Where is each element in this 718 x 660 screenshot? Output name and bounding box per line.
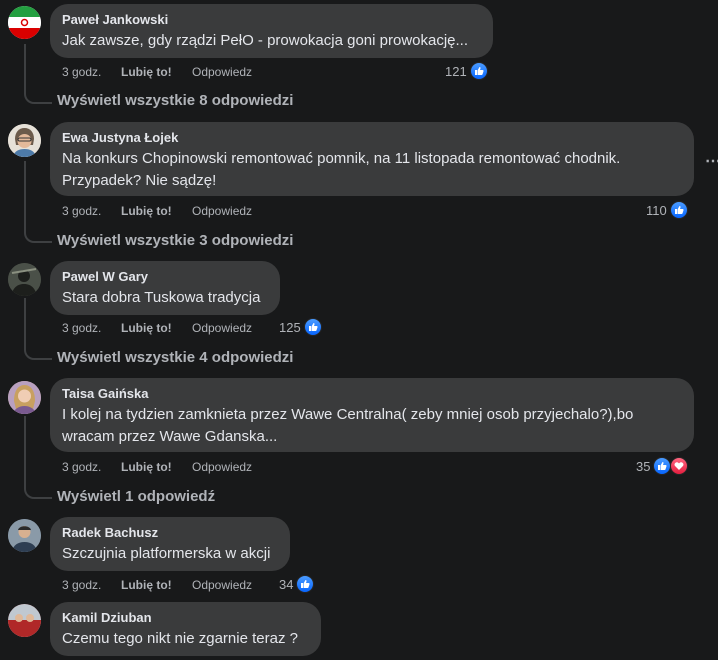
avatar[interactable] bbox=[8, 124, 41, 157]
comment-time[interactable]: 3 godz. bbox=[62, 460, 121, 474]
view-replies-link[interactable]: Wyświetl 1 odpowiedź bbox=[57, 488, 215, 506]
comment-text-line: wracam przez Wawe Gdanska... bbox=[62, 428, 278, 445]
comment-author[interactable]: Pawel W Gary bbox=[62, 269, 268, 285]
comment-text: Stara dobra Tuskowa tradycja bbox=[62, 289, 261, 306]
comment-actions: 3 godz. Lubię to! Odpowiedz bbox=[62, 203, 252, 219]
thread-line bbox=[24, 416, 26, 485]
comment-bubble: Pawel W Gary Stara dobra Tuskowa tradycj… bbox=[50, 261, 280, 315]
avatar[interactable] bbox=[8, 6, 41, 39]
thread-connector bbox=[24, 229, 52, 243]
like-button[interactable]: Lubię to! bbox=[121, 65, 192, 79]
comment-bubble: Ewa Justyna Łojek Na konkurs Chopinowski… bbox=[50, 122, 694, 196]
thread-line bbox=[24, 161, 26, 229]
thumbs-up-icon bbox=[653, 457, 672, 475]
comment-time[interactable]: 3 godz. bbox=[62, 65, 121, 79]
comment-text-line: Przypadek? Nie sądzę! bbox=[62, 172, 217, 189]
like-button[interactable]: Lubię to! bbox=[121, 578, 192, 592]
avatar[interactable] bbox=[8, 604, 41, 637]
comment-actions: 3 godz. Lubię to! Odpowiedz bbox=[62, 64, 252, 80]
comment-bubble: Radek Bachusz Szczujnia platformerska w … bbox=[50, 517, 290, 571]
comment-author[interactable]: Taisa Gaińska bbox=[62, 386, 682, 402]
comment-actions: 3 godz. Lubię to! Odpowiedz bbox=[62, 320, 252, 336]
thumbs-up-icon bbox=[669, 201, 688, 219]
comment-text: Szczujnia platformerska w akcji bbox=[62, 545, 271, 562]
reaction-number: 121 bbox=[445, 63, 467, 79]
comment-text-line: Na konkurs Chopinowski remontować pomnik… bbox=[62, 150, 621, 167]
comment-author[interactable]: Paweł Jankowski bbox=[62, 12, 481, 28]
comment-author[interactable]: Radek Bachusz bbox=[62, 525, 278, 541]
flag-avatar-icon bbox=[8, 6, 41, 39]
thumbs-up-icon bbox=[296, 575, 315, 593]
avatar[interactable] bbox=[8, 263, 41, 296]
comment-bubble: Paweł Jankowski Jak zawsze, gdy rządzi P… bbox=[50, 4, 493, 58]
comment-text: Czemu tego nikt nie zgarnie teraz ? bbox=[62, 630, 298, 647]
reaction-number: 125 bbox=[279, 319, 301, 335]
comment-actions: 3 godz. Lubię to! Odpowiedz bbox=[62, 459, 252, 475]
view-replies-link[interactable]: Wyświetl wszystkie 4 odpowiedzi bbox=[57, 349, 293, 367]
profile-photo-icon bbox=[8, 124, 41, 157]
comment-time[interactable]: 3 godz. bbox=[62, 321, 121, 335]
profile-photo-icon bbox=[8, 604, 41, 637]
reaction-number: 35 bbox=[636, 458, 651, 474]
thread-line bbox=[24, 44, 26, 90]
thread-connector bbox=[24, 90, 52, 104]
reaction-count[interactable]: 35 bbox=[636, 457, 689, 475]
reply-button[interactable]: Odpowiedz bbox=[192, 578, 252, 592]
view-replies-link[interactable]: Wyświetl wszystkie 3 odpowiedzi bbox=[57, 232, 293, 250]
more-options-icon[interactable]: ⋯ bbox=[705, 151, 718, 171]
reply-button[interactable]: Odpowiedz bbox=[192, 321, 252, 335]
reaction-count[interactable]: 34 bbox=[279, 575, 315, 593]
thread-line bbox=[24, 298, 26, 346]
reaction-count[interactable]: 121 bbox=[445, 62, 488, 80]
avatar[interactable] bbox=[8, 519, 41, 552]
reply-button[interactable]: Odpowiedz bbox=[192, 460, 252, 474]
reply-button[interactable]: Odpowiedz bbox=[192, 65, 252, 79]
comment-time[interactable]: 3 godz. bbox=[62, 578, 121, 592]
reply-button[interactable]: Odpowiedz bbox=[192, 204, 252, 218]
reaction-number: 110 bbox=[646, 202, 667, 218]
comment-text: Jak zawsze, gdy rządzi PełO - prowokacja… bbox=[62, 32, 469, 49]
profile-photo-icon bbox=[8, 381, 41, 414]
comment-author[interactable]: Ewa Justyna Łojek bbox=[62, 130, 682, 146]
thread-connector bbox=[24, 485, 52, 499]
comment-text-line: I kolej na tydzien zamknieta przez Wawe … bbox=[62, 406, 634, 423]
reaction-count[interactable]: 110 bbox=[646, 201, 688, 219]
like-button[interactable]: Lubię to! bbox=[121, 460, 192, 474]
like-button[interactable]: Lubię to! bbox=[121, 204, 192, 218]
view-replies-link[interactable]: Wyświetl wszystkie 8 odpowiedzi bbox=[57, 92, 293, 110]
profile-photo-icon bbox=[8, 263, 41, 296]
reaction-number: 34 bbox=[279, 576, 294, 592]
comment-time[interactable]: 3 godz. bbox=[62, 204, 121, 218]
profile-photo-icon bbox=[8, 519, 41, 552]
avatar[interactable] bbox=[8, 381, 41, 414]
comment-bubble: Kamil Dziuban Czemu tego nikt nie zgarni… bbox=[50, 602, 321, 656]
comment-author[interactable]: Kamil Dziuban bbox=[62, 610, 309, 626]
thumbs-up-icon bbox=[303, 318, 322, 336]
like-button[interactable]: Lubię to! bbox=[121, 321, 192, 335]
comment-actions: 3 godz. Lubię to! Odpowiedz bbox=[62, 577, 252, 593]
thumbs-up-icon bbox=[469, 62, 488, 80]
comment-bubble: Taisa Gaińska I kolej na tydzien zamknie… bbox=[50, 378, 694, 452]
reaction-count[interactable]: 125 bbox=[279, 318, 322, 336]
heart-icon bbox=[670, 457, 689, 475]
thread-connector bbox=[24, 346, 52, 360]
